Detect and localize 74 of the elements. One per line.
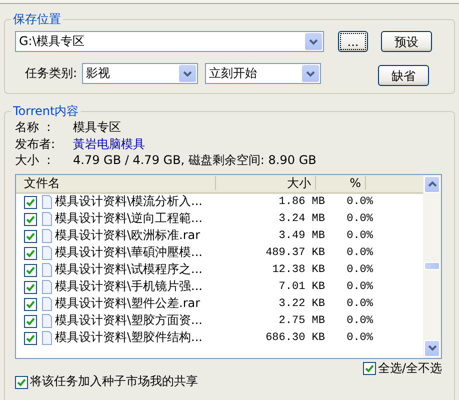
file-percent: 0.0%	[346, 264, 373, 276]
file-percent: 0.0%	[346, 246, 373, 260]
group-title: Torrent内容	[11, 103, 81, 119]
info-label: 名称 :	[15, 121, 52, 136]
checkbox[interactable]	[24, 298, 37, 310]
file-percent: 0.0%	[346, 280, 373, 294]
checkbox[interactable]	[24, 212, 37, 226]
dropdown-button[interactable]	[302, 65, 320, 82]
browse-button[interactable]: ...	[338, 31, 368, 52]
file-name: 模具设计资料\逆向工程範...	[55, 212, 204, 226]
column-header[interactable]: 大小	[216, 176, 316, 190]
checkbox[interactable]	[15, 376, 28, 389]
file-name: 模具设计资料\塑件公差.rar	[55, 297, 202, 311]
file-name: 模具设计资料\试模程序之...	[55, 263, 204, 277]
column-header[interactable]: %	[316, 176, 366, 190]
file-icon	[42, 297, 52, 311]
info-value: 4.79 GB / 4.79 GB, 磁盘剩余空间: 8.90 GB	[73, 154, 316, 169]
checkbox-label[interactable]: 全选/全不选	[378, 362, 442, 376]
checkbox[interactable]	[24, 264, 37, 276]
file-size: 12.38 KB	[271, 264, 325, 276]
file-size: 1.86 MB	[278, 196, 325, 208]
file-name: 模具设计资料\模流分析入...	[55, 195, 204, 209]
file-name: 模具设计资料\欧洲标准.rar	[55, 229, 202, 243]
default-button[interactable]: 缺省	[378, 65, 430, 86]
file-size: 2.75 MB	[278, 314, 325, 328]
file-icon	[42, 263, 52, 277]
file-icon	[42, 314, 52, 328]
file-size: 3.24 MB	[278, 212, 325, 226]
info-value: 模具专区	[73, 121, 121, 136]
file-icon	[42, 331, 52, 345]
checkbox[interactable]	[362, 362, 376, 375]
checkbox[interactable]	[24, 332, 37, 344]
file-size: 7.01 KB	[278, 280, 325, 294]
column-header[interactable]: 文件名	[16, 176, 216, 190]
file-name: 模具设计资料\手机镜片强...	[55, 280, 204, 294]
file-name: 模具设计资料\塑胶件结构...	[55, 331, 204, 345]
publisher-link[interactable]: 黃岩电脑模具	[73, 138, 145, 154]
info-label: 大小 :	[15, 154, 52, 169]
checkbox[interactable]	[24, 314, 37, 328]
file-percent: 0.0%	[346, 230, 373, 242]
scroll-thumb[interactable]	[424, 262, 440, 270]
scroll-up-button[interactable]	[424, 176, 440, 192]
file-size: 3.49 MB	[278, 230, 325, 242]
checkbox[interactable]	[24, 196, 37, 208]
path-combo[interactable]: G:\模具专区	[15, 31, 324, 52]
file-percent: 0.0%	[346, 298, 373, 310]
group-title: 保存位置	[11, 11, 63, 27]
file-icon	[42, 246, 52, 260]
dropdown-button[interactable]	[179, 65, 196, 82]
info-label: 发布者:	[15, 138, 56, 152]
category-label: 任务类别:	[25, 66, 78, 80]
scroll-down-button[interactable]	[424, 340, 440, 356]
file-size: 489.37 KB	[264, 246, 325, 260]
file-percent: 0.0%	[346, 212, 373, 226]
scrollbar[interactable]	[423, 174, 441, 358]
file-name: 模具设计资料\塑胶方面资...	[55, 314, 204, 328]
checkbox[interactable]	[24, 280, 37, 294]
file-percent: 0.0%	[346, 314, 373, 328]
file-icon	[42, 212, 52, 226]
preset-button[interactable]: 预设	[381, 31, 432, 52]
file-percent: 0.0%	[346, 196, 373, 208]
category-combo[interactable]: 影视	[82, 63, 198, 84]
start-mode-combo[interactable]: 立刻开始	[205, 63, 322, 84]
file-percent: 0.0%	[346, 332, 373, 344]
file-size: 3.22 KB	[278, 298, 325, 310]
file-icon	[42, 229, 52, 243]
dropdown-button[interactable]	[305, 33, 322, 50]
file-icon	[42, 195, 52, 209]
file-icon	[42, 280, 52, 294]
file-name: 模具设计资料\華碩沖壓模...	[55, 246, 204, 260]
file-size: 686.30 KB	[264, 332, 325, 344]
checkbox[interactable]	[24, 246, 37, 260]
checkbox-label[interactable]: 将该任务加入种子市场我的共享	[30, 375, 198, 390]
checkbox[interactable]	[24, 230, 37, 242]
